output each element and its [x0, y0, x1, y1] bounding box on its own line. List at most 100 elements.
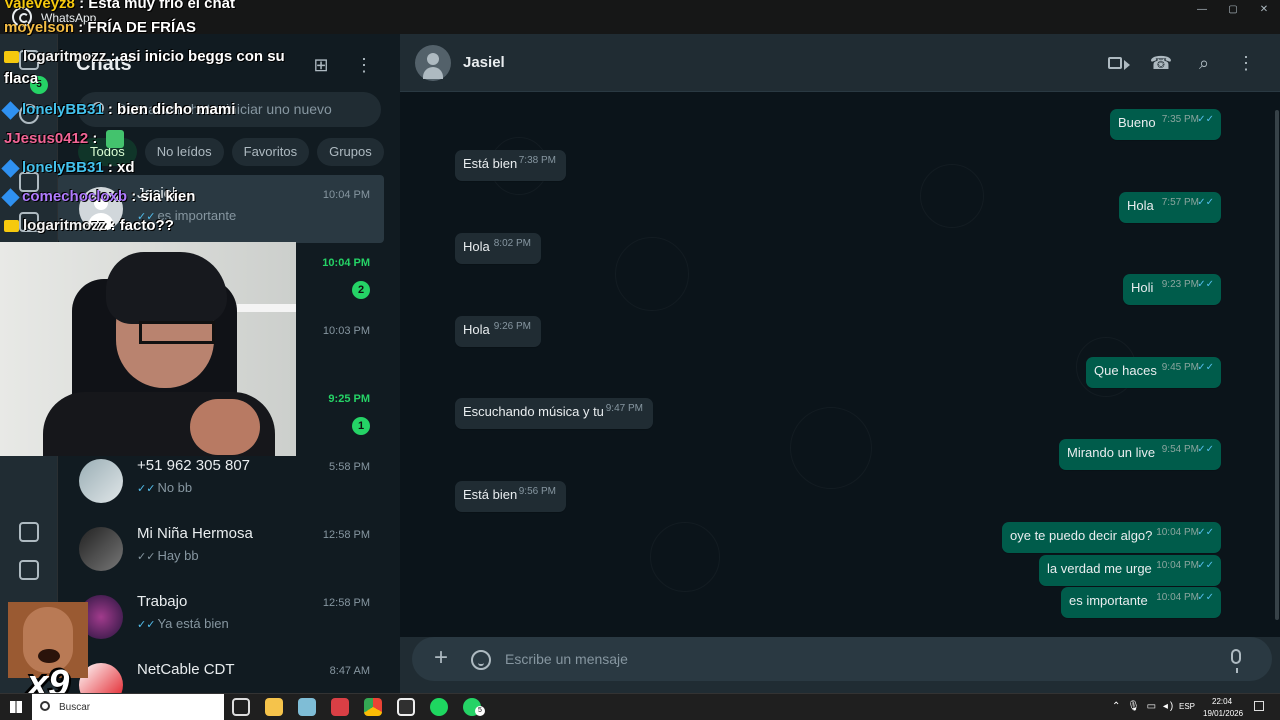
system-time[interactable]: 22:04 — [1212, 697, 1232, 706]
message-time: 10:04 PM — [1156, 527, 1199, 538]
read-receipt-icon: ✓✓ — [137, 619, 156, 631]
message-outgoing[interactable]: Hola 7:57 PM ✓✓ — [1119, 192, 1221, 223]
whatsapp-window: WhatsApp — ▢ ✕ 5 Chats ⊞ ⋮ Buscar un cha… — [0, 0, 1280, 720]
filter-favorites[interactable]: Favoritos — [231, 138, 310, 166]
chat-time: 8:47 AM — [329, 665, 370, 677]
message-outgoing[interactable]: Holi 9:23 PM ✓✓ — [1123, 274, 1221, 305]
meme-mouth — [38, 649, 60, 663]
sticker-icon[interactable] — [471, 650, 491, 670]
chat-preview-text: No bb — [157, 480, 193, 495]
message-text: Escuchando música y tu — [463, 404, 604, 419]
chat-item-mi-nina-hermosa[interactable]: Mi Niña Hermosa 12:58 PM ✓✓ Hay bb — [58, 515, 384, 583]
avatar — [79, 459, 123, 503]
stream-chat-line: moyelson : FRÍA DE FRÍAS — [4, 19, 196, 36]
microphone-icon[interactable] — [1231, 649, 1241, 673]
message-incoming[interactable]: Está bien 7:38 PM — [455, 150, 566, 181]
chat-item-netcable[interactable]: NetCable CDT 8:47 AM — [58, 651, 384, 693]
windows-taskbar: Buscar 5 ⌃ 🎙 ▭ ◂) ESP 22:04 19/01/2026 — [0, 693, 1280, 720]
message-input-placeholder: Escribe un mensaje — [505, 651, 628, 667]
message-text: Hola — [463, 322, 490, 337]
chat-time: 5:58 PM — [329, 461, 370, 473]
new-chat-icon[interactable]: ⊞ — [311, 56, 331, 76]
message-time: 7:57 PM — [1161, 197, 1199, 208]
search-icon — [40, 701, 50, 711]
message-text: Está bien — [463, 487, 518, 502]
message-incoming[interactable]: Escuchando música y tu 9:47 PM — [455, 398, 653, 429]
message-outgoing[interactable]: Que haces 9:45 PM ✓✓ — [1086, 357, 1221, 388]
doodle-background-icon — [920, 164, 984, 228]
message-input[interactable]: + Escribe un mensaje — [412, 637, 1272, 681]
chat-name: +51 962 305 807 — [137, 457, 251, 474]
message-outgoing[interactable]: la verdad me urge 10:04 PM ✓✓ — [1039, 555, 1221, 586]
minimize-button[interactable]: — — [1192, 4, 1212, 18]
message-incoming[interactable]: Hola 8:02 PM — [455, 233, 541, 264]
read-receipt-icon: ✓✓ — [137, 483, 156, 495]
chat-preview: ✓✓ Hay bb — [137, 548, 347, 563]
message-outgoing[interactable]: Mirando un live 9:54 PM ✓✓ — [1059, 439, 1221, 470]
file-explorer-icon[interactable] — [265, 698, 283, 716]
chat-time: 10:04 PM — [322, 189, 370, 201]
system-date[interactable]: 19/01/2026 — [1203, 709, 1243, 718]
filter-groups[interactable]: Grupos — [317, 138, 384, 166]
read-receipt-icon: ✓✓ — [1197, 279, 1214, 290]
contact-name[interactable]: Jasiel — [463, 54, 505, 71]
voice-call-icon[interactable]: ☎ — [1149, 52, 1173, 76]
chrome-icon[interactable] — [364, 698, 382, 716]
crown-badge-icon — [4, 51, 19, 64]
message-time: 10:04 PM — [1156, 592, 1199, 603]
read-receipt-icon: ✓✓ — [1197, 592, 1214, 603]
obs-icon[interactable] — [397, 698, 415, 716]
windows-start-icon[interactable] — [10, 701, 22, 713]
chat-item-trabajo[interactable]: Trabajo 12:58 PM ✓✓ Ya está bien — [58, 583, 384, 651]
message-time: 9:26 PM — [493, 321, 531, 332]
read-receipt-icon: ✓✓ — [1197, 527, 1214, 538]
cube-badge-icon — [1, 100, 20, 120]
system-tray-icons[interactable]: ⌃ 🎙 ▭ ◂) — [1112, 701, 1175, 712]
chat-name: Trabajo — [137, 593, 188, 610]
video-call-icon[interactable] — [1106, 52, 1130, 76]
close-button[interactable]: ✕ — [1254, 4, 1274, 18]
message-text: Bueno — [1118, 115, 1156, 130]
messages-scrollbar[interactable] — [1275, 110, 1279, 620]
whatsapp-taskbar-badge: 5 — [475, 706, 485, 716]
message-time: 9:23 PM — [1161, 279, 1199, 290]
chat-list-menu-icon[interactable]: ⋮ — [354, 56, 374, 76]
task-view-icon[interactable] — [232, 698, 250, 716]
read-receipt-icon: ✓✓ — [1197, 114, 1214, 125]
chat-item-phone[interactable]: +51 962 305 807 5:58 PM ✓✓ No bb — [58, 447, 384, 515]
streamer-webcam-overlay — [0, 242, 296, 456]
maximize-button[interactable]: ▢ — [1223, 4, 1243, 18]
search-icon[interactable]: ⌕ — [1192, 52, 1216, 76]
message-incoming[interactable]: Está bien 9:56 PM — [455, 481, 566, 512]
video-icon — [1108, 57, 1130, 70]
message-outgoing[interactable]: oye te puedo decir algo? 10:04 PM ✓✓ — [1002, 522, 1221, 553]
stream-chat-line: logaritmozz : asi inicio beggs con su fl… — [4, 48, 285, 87]
notes-app-icon[interactable] — [298, 698, 316, 716]
conversation-header[interactable]: Jasiel ☎ ⌕ ⋮ — [400, 34, 1280, 92]
gallery-icon[interactable] — [19, 560, 39, 580]
message-time: 9:47 PM — [605, 403, 643, 414]
message-outgoing[interactable]: Bueno 7:35 PM ✓✓ — [1110, 109, 1221, 140]
message-incoming[interactable]: Hola 9:26 PM — [455, 316, 541, 347]
conversation-menu-icon[interactable]: ⋮ — [1234, 52, 1258, 76]
chat-preview: ✓✓ No bb — [137, 480, 347, 495]
message-outgoing[interactable]: es importante 10:04 PM ✓✓ — [1061, 587, 1221, 618]
input-language[interactable]: ESP — [1179, 702, 1195, 711]
message-area: Bueno 7:35 PM ✓✓ Está bien 7:38 PM Hola … — [400, 92, 1280, 637]
attach-plus-icon[interactable]: + — [434, 645, 448, 671]
tool-app-icon[interactable] — [331, 698, 349, 716]
chat-name: Mi Niña Hermosa — [137, 525, 253, 542]
taskbar-search-label: Buscar — [59, 702, 91, 713]
taskbar-search-box[interactable]: Buscar — [32, 694, 224, 720]
unread-badge: 1 — [352, 417, 370, 435]
stream-chat-line: comechocloxb : sia kien — [1, 186, 195, 210]
contact-avatar[interactable] — [415, 45, 451, 81]
chat-preview-text: Ya está bien — [157, 616, 229, 631]
edit-profile-icon[interactable] — [19, 522, 39, 542]
spotify-icon[interactable] — [430, 698, 448, 716]
notification-center-icon[interactable] — [1254, 701, 1264, 711]
chat-preview-text: Hay bb — [157, 548, 199, 563]
filter-unread[interactable]: No leídos — [144, 138, 224, 166]
emote-icon — [105, 130, 124, 149]
message-text: Que haces — [1094, 363, 1157, 378]
